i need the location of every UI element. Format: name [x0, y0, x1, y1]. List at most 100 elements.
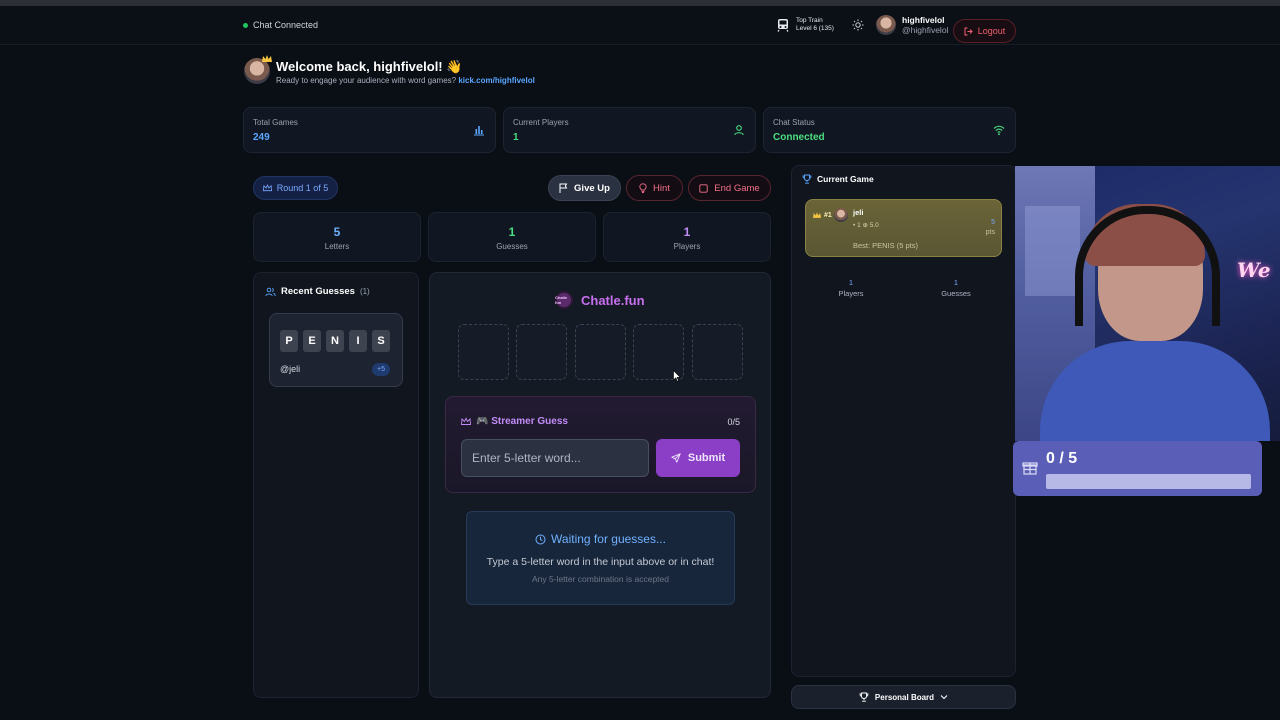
metric-guesses: 1 Guesses — [428, 212, 596, 262]
hint-button[interactable]: Hint — [626, 175, 683, 201]
player-points: 5 pts — [986, 218, 995, 238]
wifi-icon — [993, 125, 1005, 136]
avatar — [834, 208, 848, 222]
flag-icon — [559, 183, 568, 193]
metric-label: Players — [673, 242, 701, 251]
footer-label: Guesses — [941, 289, 971, 298]
guess-card: P E N I S @jeli +5 — [269, 313, 403, 387]
waiting-note: Any 5-letter combination is accepted — [531, 574, 670, 584]
train-title: Top Train — [796, 17, 823, 24]
crown-icon — [262, 55, 272, 62]
player-stats: • 1 ⊕ 5.0 — [853, 222, 879, 229]
users-icon — [265, 287, 276, 296]
personal-board-label: Personal Board — [874, 692, 935, 702]
send-icon — [671, 453, 681, 463]
stat-card-chat-status: Chat Status Connected — [763, 107, 1016, 153]
footer-players: 1 Players — [811, 277, 891, 299]
stat-value: 1 — [513, 132, 519, 143]
navbar: Chat Connected Top Train Level 6 (135) h… — [0, 6, 1280, 45]
metric-label: Letters — [324, 242, 350, 251]
round-label: Round 1 of 5 — [276, 183, 329, 193]
letter-slot — [692, 324, 743, 380]
current-game-title: Current Game — [817, 174, 874, 184]
letter-tile: I — [349, 330, 367, 352]
guess-user: @jeli — [280, 364, 301, 374]
guess-input[interactable] — [461, 439, 649, 477]
letter-tile: E — [303, 330, 321, 352]
recent-guesses-title: Recent Guesses — [281, 286, 355, 297]
give-up-label: Give Up — [574, 182, 610, 194]
current-game-panel: Current Game #1 jeli • 1 ⊕ 5.0 5 pts Bes… — [791, 165, 1016, 677]
personal-board-toggle[interactable]: Personal Board — [791, 685, 1016, 709]
game-board-panel: Chatle fun Chatle.fun 🎮 Streamer Guess 0… — [429, 272, 771, 698]
rank-text: #1 — [824, 212, 832, 219]
welcome-subtitle: Ready to engage your audience with word … — [276, 76, 535, 85]
bar-chart-icon — [474, 126, 484, 136]
crown-icon — [813, 212, 821, 218]
chatle-logo: Chatle fun — [555, 291, 573, 309]
recent-guesses-panel: Recent Guesses (1) P E N I S @jeli +5 — [253, 272, 419, 698]
stat-card-total-games: Total Games 249 — [243, 107, 496, 153]
stat-value: 249 — [253, 132, 270, 143]
chevron-down-icon — [940, 695, 948, 700]
trophy-icon — [802, 174, 812, 184]
train-level-text: Level 6 (135) — [796, 24, 834, 32]
goal-progress-text: 0 / 5 — [1046, 450, 1078, 467]
stat-card-current-players: Current Players 1 — [503, 107, 756, 153]
footer-guesses: 1 Guesses — [916, 277, 996, 299]
end-game-button[interactable]: End Game — [688, 175, 771, 201]
waiting-box: Waiting for guesses... Type a 5-letter w… — [466, 511, 735, 605]
footer-label: Players — [838, 289, 864, 298]
channel-link[interactable]: kick.com/highfivelol — [458, 76, 534, 85]
logout-label: Logout — [977, 26, 1006, 36]
user-profile[interactable]: highfivelol @highfivelol — [876, 15, 948, 35]
leaderboard-entry: #1 jeli • 1 ⊕ 5.0 5 pts Best: PENIS (5 p… — [805, 199, 1002, 257]
trophy-icon — [859, 692, 869, 702]
metric-label: Guesses — [496, 242, 528, 251]
logout-button[interactable]: Logout — [953, 19, 1016, 43]
brand-name: Chatle.fun — [581, 292, 645, 308]
crown-icon — [461, 417, 471, 425]
streamer-guess-box: 🎮 Streamer Guess 0/5 Submit — [445, 396, 756, 493]
brand: Chatle fun Chatle.fun — [555, 291, 645, 309]
mouse-cursor-icon — [673, 370, 681, 382]
logout-icon — [964, 27, 973, 35]
streamer-guess-title: 🎮 Streamer Guess — [476, 416, 568, 427]
goal-widget: 0 / 5 — [1013, 441, 1262, 496]
metric-value: 1 — [683, 225, 691, 239]
theme-toggle-icon[interactable] — [852, 19, 864, 31]
give-up-button[interactable]: Give Up — [548, 175, 621, 201]
round-indicator: Round 1 of 5 — [253, 176, 338, 200]
gift-icon — [1022, 462, 1038, 475]
guess-points-badge: +5 — [372, 363, 390, 376]
guess-tiles: P E N I S — [280, 330, 390, 352]
waiting-subtitle: Type a 5-letter word in the input above … — [486, 556, 715, 568]
letter-slot — [575, 324, 626, 380]
letter-tile: P — [280, 330, 298, 352]
waiting-title-text: Waiting for guesses... — [551, 532, 666, 546]
points-value: 5 — [991, 219, 995, 226]
webcam-overlay: We — [1015, 166, 1280, 441]
submit-button[interactable]: Submit — [656, 439, 740, 477]
streamer-guess-count: 0/5 — [727, 417, 740, 427]
metric-letters: 5 Letters — [253, 212, 421, 262]
recent-guesses-count: (1) — [359, 287, 370, 296]
points-unit: pts — [985, 229, 995, 236]
chat-connection-status: Chat Connected — [243, 20, 318, 30]
letter-slot — [516, 324, 567, 380]
player-name: jeli — [853, 208, 864, 217]
train-level: Top Train Level 6 (135) — [776, 17, 834, 32]
hint-label: Hint — [653, 182, 670, 194]
neon-sign: We — [1237, 258, 1271, 282]
streamer-guess-header: 🎮 Streamer Guess — [461, 416, 568, 427]
status-dot-icon — [243, 22, 248, 28]
lightbulb-icon — [639, 183, 647, 193]
crown-icon — [262, 184, 272, 192]
webcam-shelf — [1025, 206, 1080, 296]
letter-tile: N — [326, 330, 344, 352]
user-icon — [734, 125, 744, 136]
headphones-icon — [1075, 206, 1220, 326]
end-game-label: End Game — [714, 182, 760, 194]
footer-value: 1 — [953, 278, 959, 287]
welcome-subtitle-text: Ready to engage your audience with word … — [276, 76, 457, 85]
